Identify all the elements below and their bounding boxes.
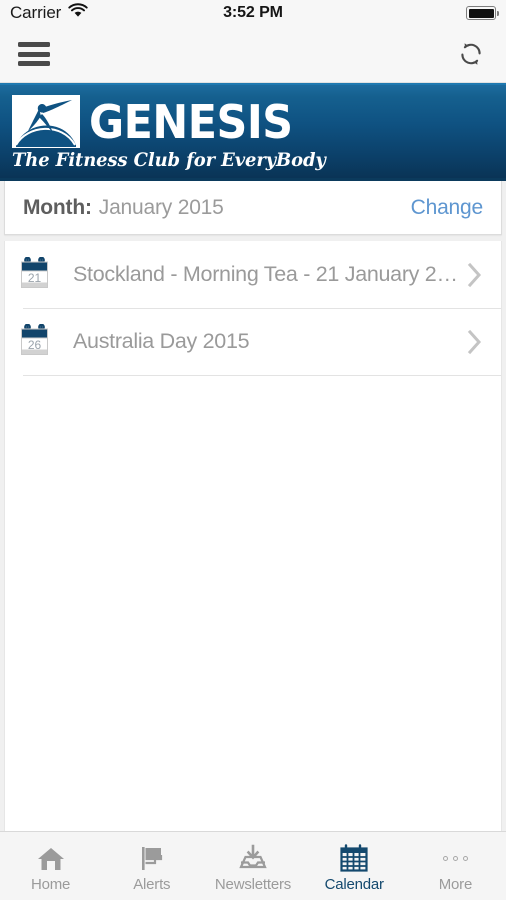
tab-label-newsletters: Newsletters — [214, 876, 292, 893]
calendar-grid-icon — [339, 843, 369, 873]
tab-label-alerts: Alerts — [133, 876, 171, 893]
flag-icon — [137, 843, 167, 873]
calendar-day-number: 26 — [28, 338, 42, 352]
status-bar-right — [466, 6, 499, 20]
tab-label-more: More — [438, 876, 473, 893]
content-area: Month: January 2015 Change 21 Stockland … — [0, 181, 506, 831]
tab-more[interactable]: More — [405, 832, 506, 900]
events-list: 21 Stockland - Morning Tea - 21 January … — [4, 241, 502, 831]
chevron-right-icon — [459, 329, 483, 355]
genesis-athlete-logo — [12, 95, 80, 148]
list-bottom-divider — [23, 375, 501, 376]
battery-full-icon — [466, 6, 499, 20]
wifi-icon — [68, 3, 88, 23]
genesis-wordmark: GENESIS — [89, 94, 293, 149]
month-selector-row: Month: January 2015 Change — [4, 181, 502, 235]
month-value: January 2015 — [98, 195, 224, 219]
event-title: Australia Day 2015 — [73, 329, 250, 353]
hamburger-menu-icon[interactable] — [18, 41, 50, 67]
home-icon — [36, 843, 66, 873]
bottom-tab-bar: Home Alerts Newsletters Calendar More — [0, 831, 506, 900]
tab-alerts[interactable]: Alerts — [101, 832, 202, 900]
list-item[interactable]: 26 Australia Day 2015 — [5, 308, 501, 375]
chevron-right-icon — [459, 262, 483, 288]
tab-home[interactable]: Home — [0, 832, 101, 900]
carrier-label: Carrier — [10, 3, 62, 22]
ellipsis-icon — [442, 843, 468, 873]
app-screen: Carrier 3:52 PM GENESIS The Fitness Club… — [0, 0, 506, 900]
status-bar: Carrier 3:52 PM — [0, 0, 506, 26]
navigation-bar — [0, 26, 506, 83]
calendar-day-number: 21 — [28, 271, 42, 285]
calendar-date-icon: 21 — [19, 256, 54, 292]
status-bar-left: Carrier — [10, 3, 88, 23]
month-label: Month: — [23, 195, 92, 219]
tab-calendar[interactable]: Calendar — [304, 832, 405, 900]
genesis-banner: GENESIS The Fitness Club for EveryBody — [0, 83, 506, 181]
tab-label-calendar: Calendar — [324, 876, 384, 893]
genesis-tagline: The Fitness Club for EveryBody — [12, 150, 326, 171]
list-item[interactable]: 21 Stockland - Morning Tea - 21 January … — [5, 241, 501, 308]
change-month-link[interactable]: Change — [411, 196, 484, 220]
inbox-download-icon — [237, 843, 269, 873]
refresh-sync-icon[interactable] — [456, 39, 486, 69]
tab-label-home: Home — [30, 876, 71, 893]
tab-newsletters[interactable]: Newsletters — [202, 832, 303, 900]
event-title: Stockland - Morning Tea - 21 January 201… — [73, 262, 459, 286]
calendar-date-icon: 26 — [19, 323, 54, 359]
